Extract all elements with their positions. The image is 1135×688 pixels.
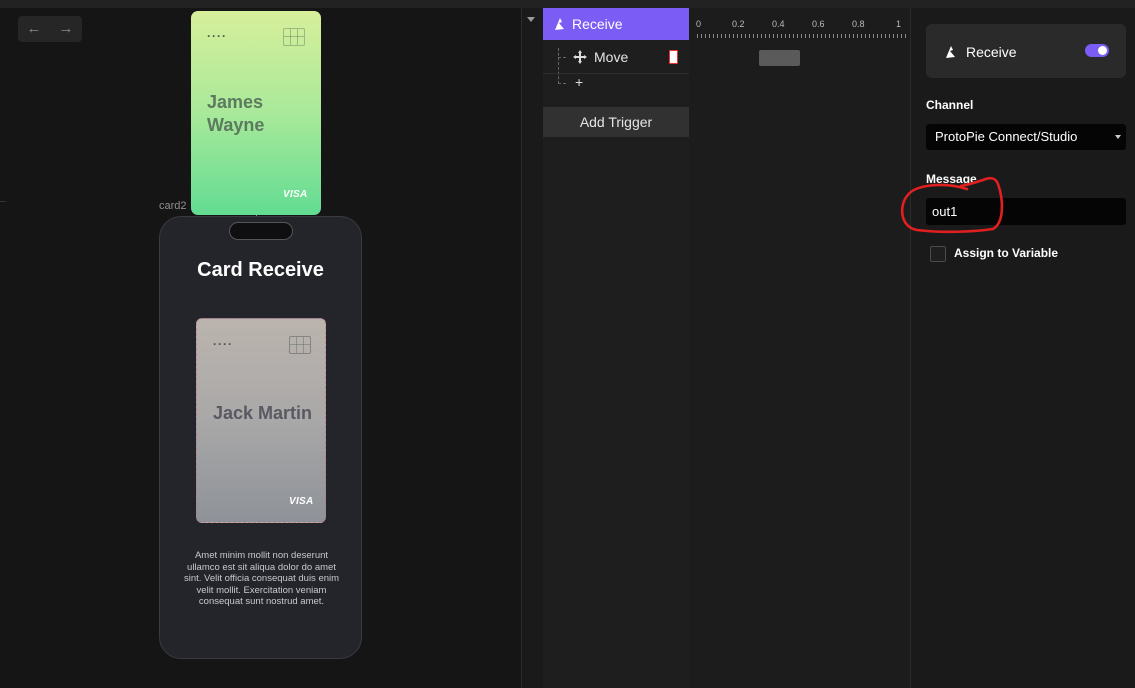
trigger-enable-toggle[interactable] xyxy=(1085,44,1109,57)
ruler-label: 0.4 xyxy=(772,19,785,29)
back-arrow-icon[interactable]: ← xyxy=(18,16,50,42)
channel-value: ProtoPie Connect/Studio xyxy=(935,129,1078,144)
receive-trigger-icon xyxy=(946,46,955,58)
timeline-panel[interactable]: 0 0.2 0.4 0.6 0.8 1 xyxy=(689,8,910,688)
ruler-label: 0.2 xyxy=(732,19,745,29)
history-nav: ← → xyxy=(18,16,82,42)
gray-card-layer[interactable]: ···· Jack Martin VISA xyxy=(196,318,326,523)
ruler-ticks xyxy=(697,34,907,38)
response-label: Move xyxy=(594,49,629,65)
move-icon xyxy=(573,50,587,64)
collapse-caret-icon[interactable] xyxy=(527,17,535,22)
green-card-layer[interactable]: ···· James Wayne VISA xyxy=(191,11,321,215)
trigger-title: Receive xyxy=(966,44,1017,60)
phone-frame[interactable]: Card Receive ···· Jack Martin VISA Amet … xyxy=(159,216,362,659)
ruler-label: 1 xyxy=(896,19,902,29)
add-response-row[interactable]: + xyxy=(543,73,689,93)
move-duration-bar[interactable] xyxy=(759,50,800,66)
body-text: Amet minim mollit non deserunt ullamco e… xyxy=(183,550,340,608)
card-chip-icon xyxy=(283,28,305,46)
top-toolbar-strip xyxy=(0,0,1135,8)
card-chip-icon xyxy=(289,336,311,354)
layer-name-label: card2 xyxy=(159,200,187,212)
ruler-label: 0 xyxy=(696,19,702,29)
trigger-header: Receive xyxy=(926,24,1126,78)
add-trigger-button[interactable]: Add Trigger xyxy=(543,107,689,137)
forward-arrow-icon[interactable]: → xyxy=(50,16,82,42)
card-dots: ···· xyxy=(207,29,227,43)
ruler-label: 0.8 xyxy=(852,19,865,29)
guide-line xyxy=(0,201,6,202)
annotation-circle xyxy=(900,176,1004,234)
ruler-label: 0.6 xyxy=(812,19,825,29)
channel-select[interactable]: ProtoPie Connect/Studio xyxy=(926,124,1126,150)
assign-variable-label: Assign to Variable xyxy=(954,246,1059,260)
card-holder-name: James Wayne xyxy=(207,92,265,135)
card-holder-name: Jack Martin xyxy=(213,403,313,423)
page-title: Card Receive xyxy=(197,259,324,281)
visa-logo: VISA xyxy=(283,189,308,200)
channel-label: Channel xyxy=(926,98,974,112)
panel-divider[interactable] xyxy=(521,8,544,688)
phone-notch xyxy=(229,222,293,240)
trigger-label: Receive xyxy=(572,16,623,32)
chevron-down-icon xyxy=(1115,135,1121,139)
layer-target-thumbnail[interactable] xyxy=(669,50,678,64)
card-dots: ···· xyxy=(213,337,233,351)
assign-variable-checkbox[interactable] xyxy=(930,246,946,262)
response-item-move[interactable]: Move xyxy=(543,41,689,74)
add-response-icon[interactable]: + xyxy=(575,74,583,90)
receive-trigger-icon xyxy=(555,18,564,30)
trigger-item-receive[interactable]: Receive xyxy=(543,8,689,40)
visa-logo: VISA xyxy=(289,496,314,507)
